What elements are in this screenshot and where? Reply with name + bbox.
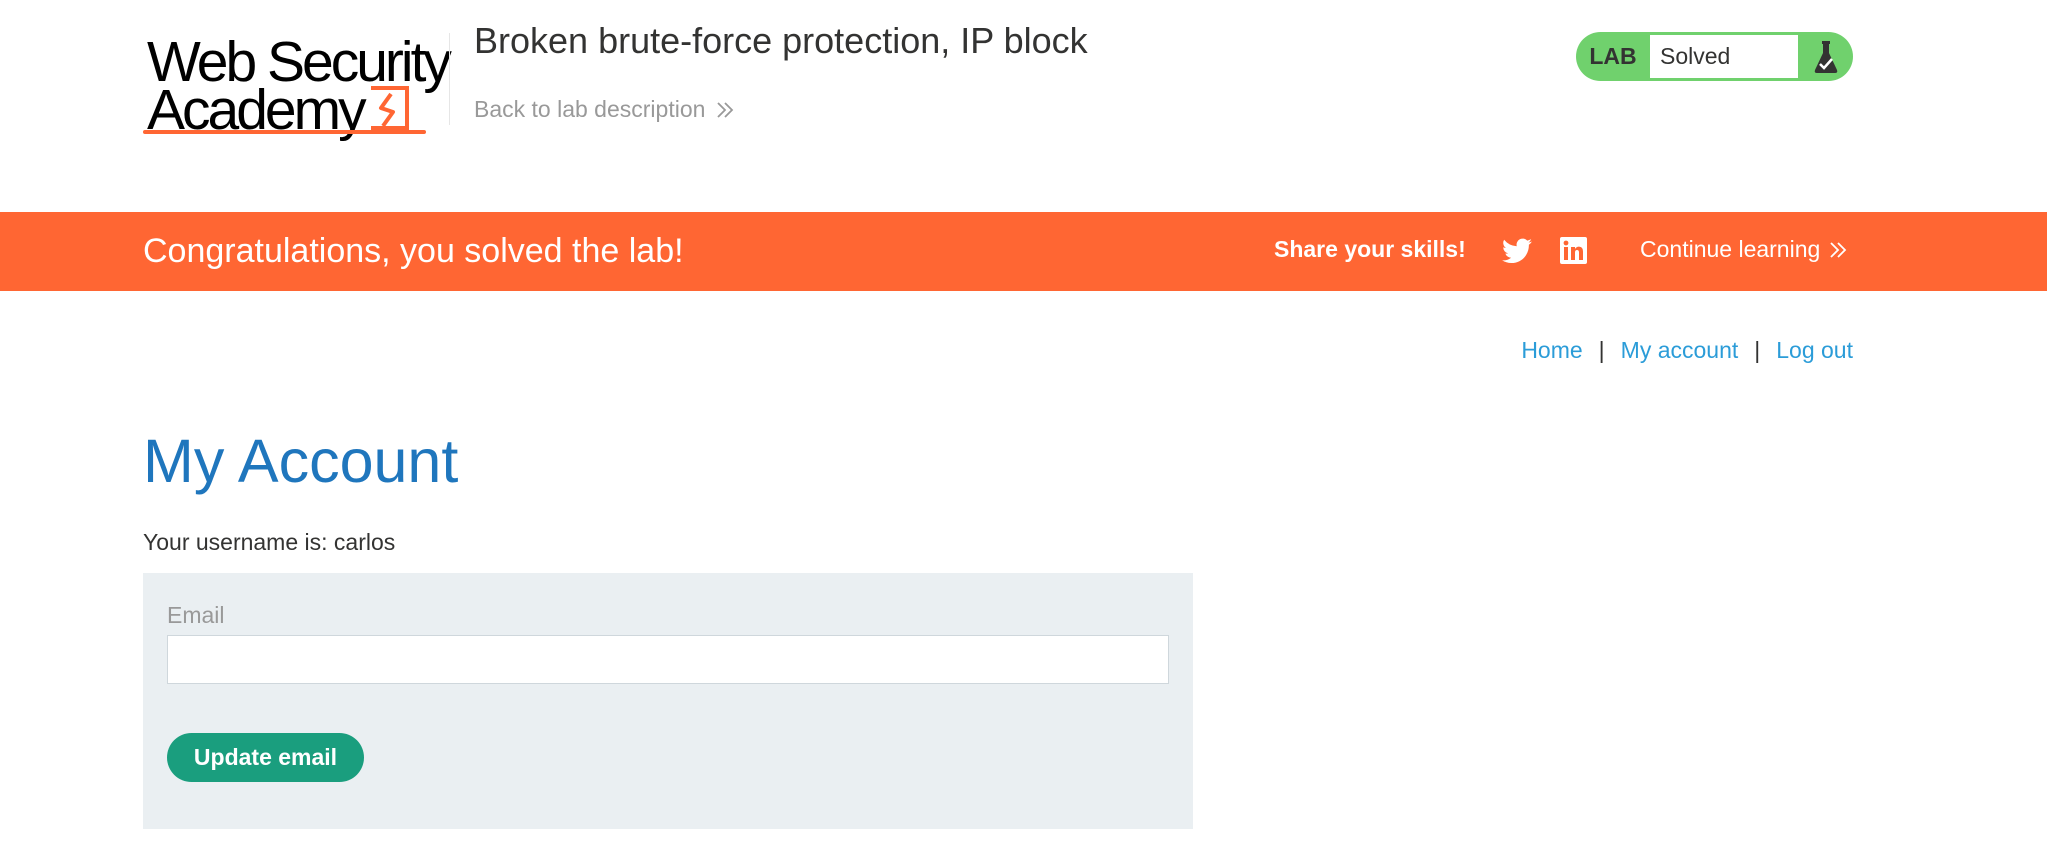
update-email-form: Email Update email (143, 573, 1193, 829)
nav-home-link[interactable]: Home (1521, 337, 1582, 364)
twitter-icon[interactable] (1502, 238, 1532, 264)
nav-separator: | (1754, 337, 1761, 363)
nav-logout-link[interactable]: Log out (1776, 337, 1853, 364)
double-chevron-right-icon (717, 101, 734, 118)
web-security-academy-logo[interactable]: Web Security Academy (143, 30, 452, 142)
back-to-lab-description-link[interactable]: Back to lab description (474, 96, 735, 123)
share-skills-label: Share your skills! (1274, 236, 1466, 262)
lab-status-value: Solved (1650, 35, 1798, 78)
continue-learning-link[interactable]: Continue learning (1640, 236, 1848, 263)
page-title: My Account (143, 427, 459, 495)
site-header: Web Security Academy Broken brute-force … (0, 0, 2047, 212)
lab-status-widget: LAB Solved (1576, 32, 1853, 81)
linkedin-icon[interactable] (1560, 237, 1587, 264)
username-text: Your username is: carlos (143, 529, 396, 555)
back-link-label: Back to lab description (474, 96, 706, 122)
account-nav: Home | My account | Log out (1521, 337, 1853, 364)
update-email-button[interactable]: Update email (167, 733, 364, 782)
lab-status-label: LAB (1589, 43, 1637, 69)
header-divider (449, 33, 450, 125)
continue-learning-label: Continue learning (1640, 236, 1821, 262)
lab-title: Broken brute-force protection, IP block (474, 20, 1088, 61)
email-label: Email (167, 602, 225, 628)
email-input[interactable] (167, 635, 1169, 684)
solved-banner: Congratulations, you solved the lab! Sha… (0, 212, 2047, 291)
logo-underline (143, 130, 426, 134)
logo-bolt-icon (371, 86, 409, 130)
nav-my-account-link[interactable]: My account (1621, 337, 1739, 364)
nav-separator: | (1598, 337, 1605, 363)
double-chevron-right-icon (1830, 241, 1847, 258)
flask-check-icon (1798, 32, 1853, 81)
congratulations-message: Congratulations, you solved the lab! (143, 232, 684, 270)
